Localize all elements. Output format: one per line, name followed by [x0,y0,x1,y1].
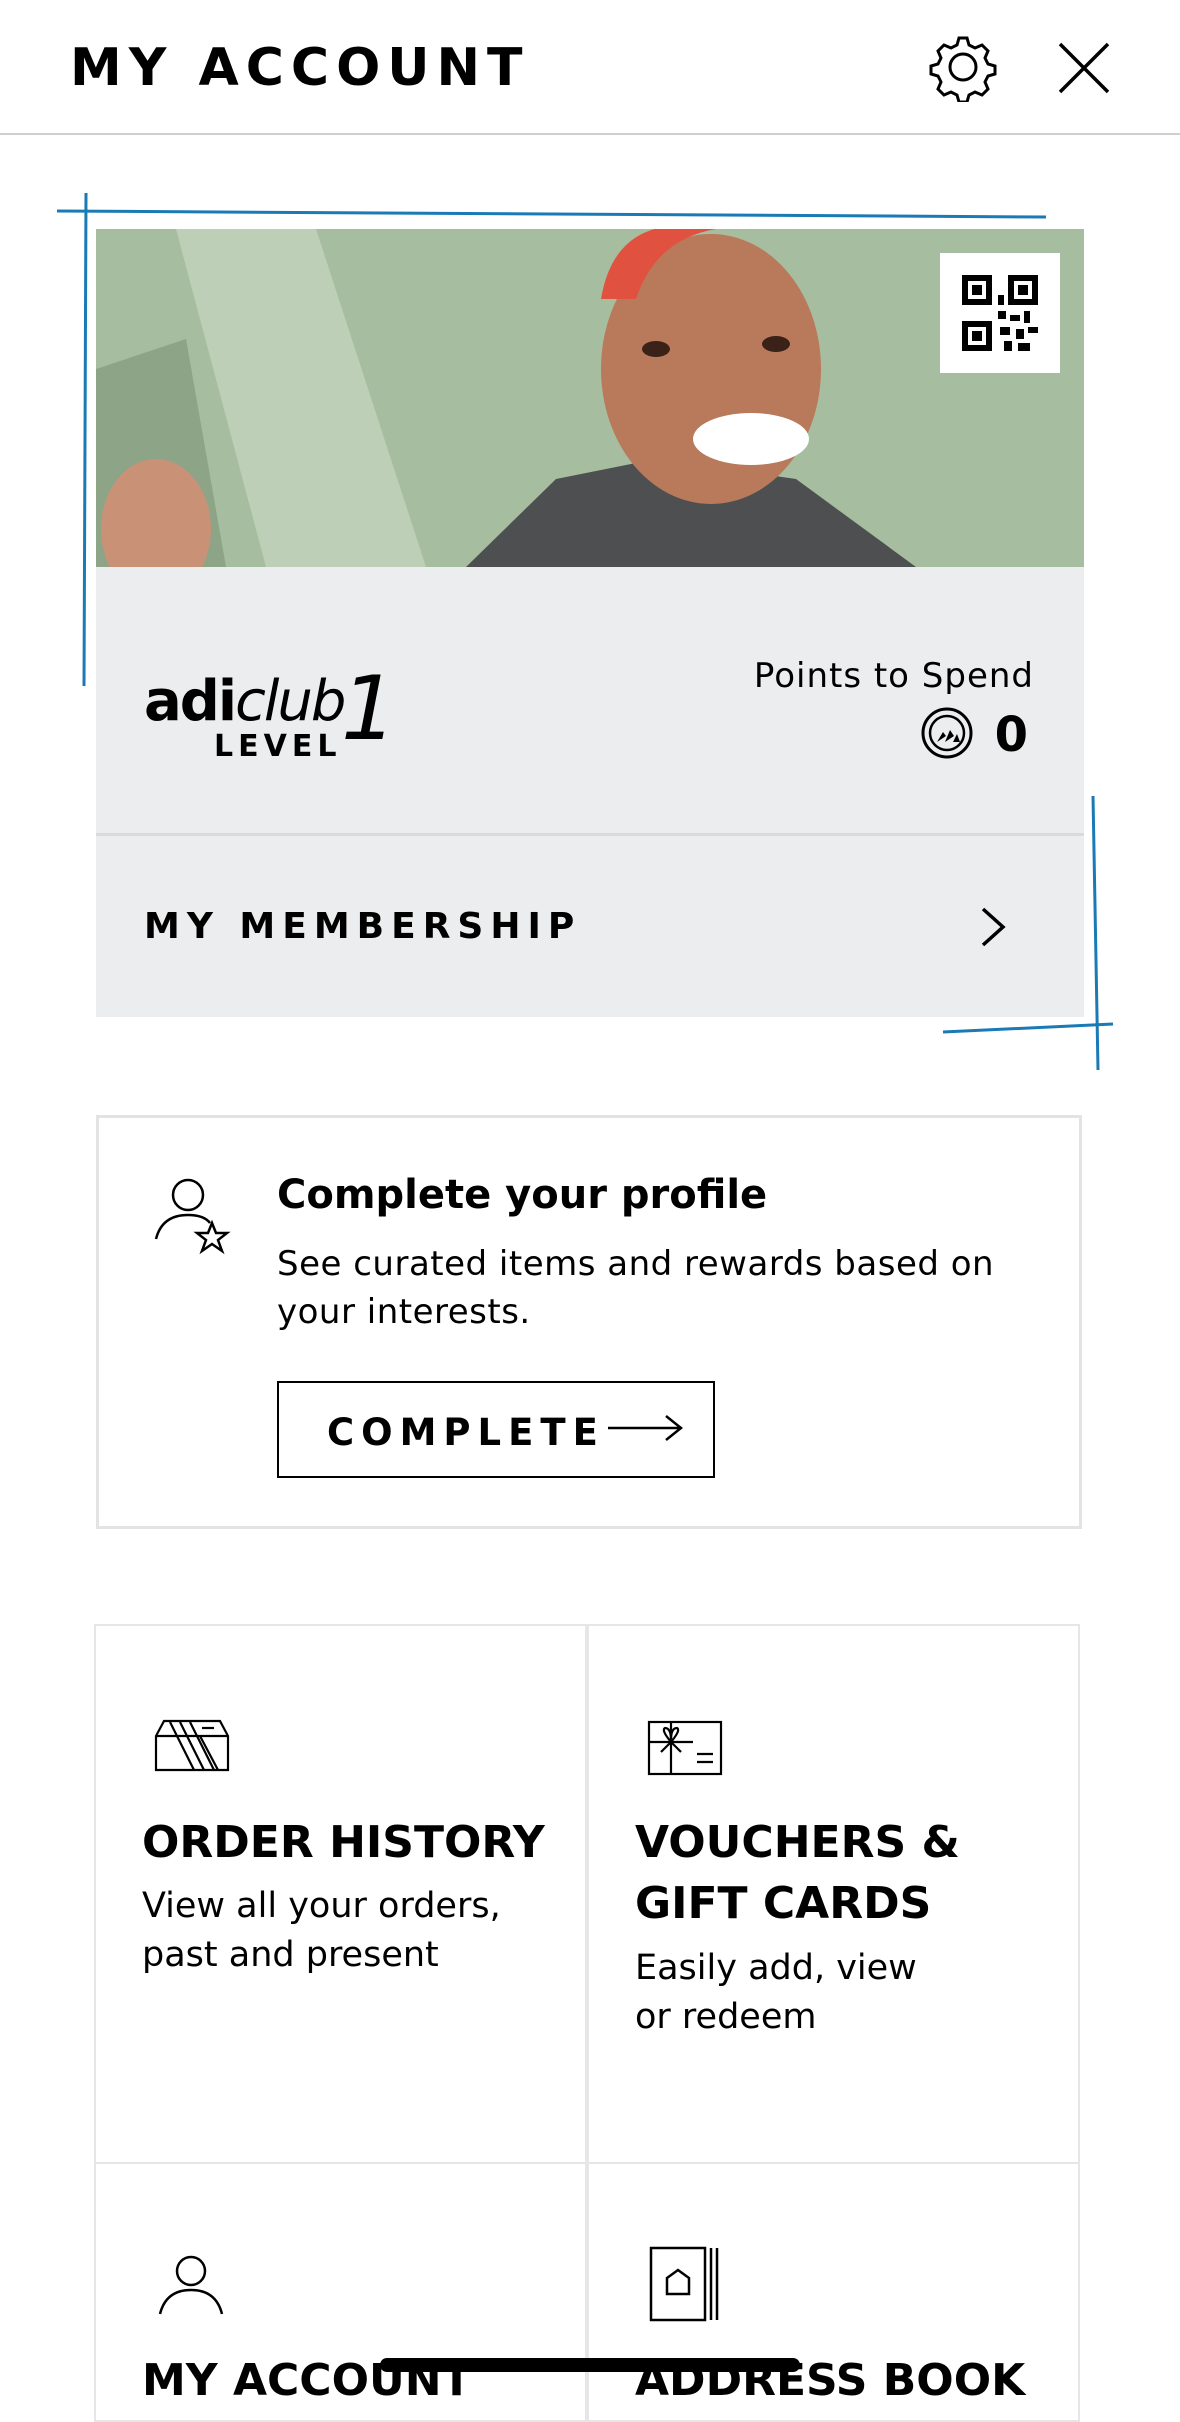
vouchers-title-line1: VOUCHERS & [635,1817,960,1868]
points-value: 0 [994,707,1028,763]
arrow-right-icon [606,1413,684,1443]
membership-card: adiclub LEVEL 1 Points to Spend 0 MY MEM… [96,229,1084,1017]
adiclub-points-icon [920,706,974,760]
vouchers-desc-line2: or redeem [635,1997,817,2037]
profile-prompt-description: See curated items and rewards based on y… [277,1244,995,1332]
vouchers-gift-cards-tile[interactable]: VOUCHERS & GIFT CARDS Easily add, view o… [587,1624,1080,2164]
user-icon [156,2254,226,2316]
complete-button[interactable]: COMPLETE [277,1381,715,1478]
order-history-desc-line2: past and present [142,1935,439,1975]
address-book-tile[interactable]: ADDRESS BOOK [587,2162,1080,2422]
my-membership-label: MY MEMBERSHIP [144,906,582,947]
vouchers-desc-line1: Easily add, view [635,1948,917,1988]
user-star-icon [152,1175,238,1255]
vouchers-title-line2: GIFT CARDS [635,1878,932,1929]
order-history-desc-line1: View all your orders, [142,1886,501,1926]
adiclub-logo: adiclub [144,669,346,734]
points-label: Points to Spend [753,656,1034,696]
home-indicator [380,2358,800,2372]
order-box-icon [154,1718,230,1772]
my-account-tile[interactable]: MY ACCOUNT [94,2162,587,2422]
hero-photo [96,229,1084,567]
complete-button-label: COMPLETE [327,1411,605,1454]
chevron-right-icon [977,905,1009,949]
address-book-icon [649,2246,719,2322]
level-label: LEVEL [214,729,342,764]
qr-code-icon[interactable] [940,253,1060,373]
gift-card-icon [647,1720,723,1776]
order-history-title: ORDER HISTORY [142,1817,545,1868]
order-history-tile[interactable]: ORDER HISTORY View all your orders, past… [94,1624,587,2164]
profile-prompt-title: Complete your profile [277,1172,768,1218]
level-number: 1 [341,657,397,760]
